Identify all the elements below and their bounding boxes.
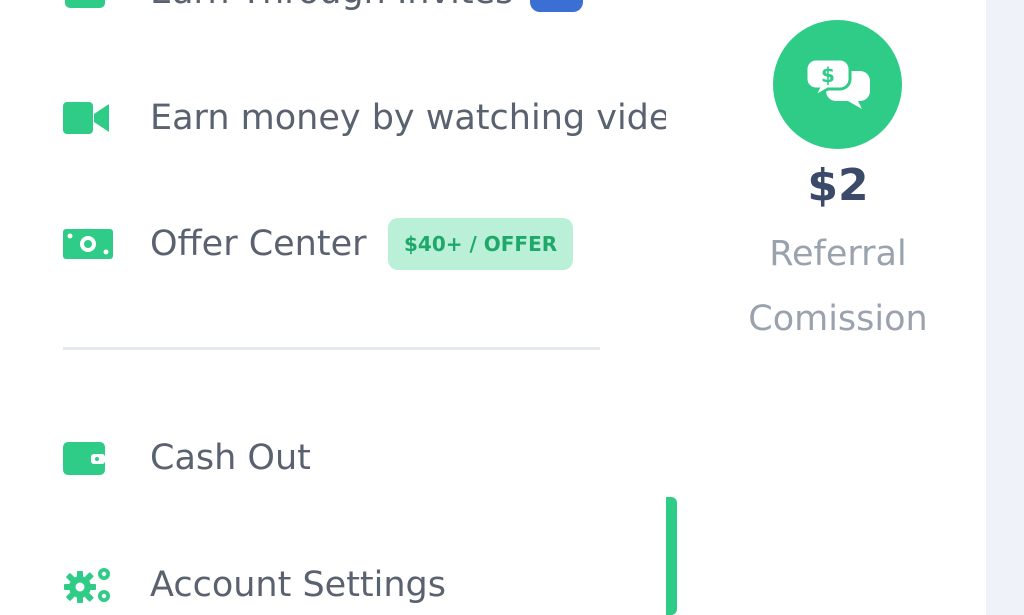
dashboard-edge — [986, 0, 1024, 615]
menu-item-offer-center[interactable]: Offer Center $40+ / OFFER — [0, 214, 666, 274]
menu-divider — [63, 347, 600, 350]
menu-item-label: Earn Through Invites — [150, 0, 513, 22]
menu-item-watch-videos[interactable]: Earn money by watching videos — [0, 88, 666, 148]
money-chat-icon: $ — [773, 20, 902, 149]
referral-commission-label: Referral Comission — [748, 234, 928, 339]
menu-item-label: Earn money by watching videos — [150, 98, 666, 138]
app-screen: $ $2 Referral Comission Earn Through Inv… — [0, 0, 1024, 615]
video-camera-icon — [63, 98, 113, 138]
menu-item-cash-out[interactable]: Cash Out — [0, 428, 666, 488]
menu-item-label: Offer Center — [150, 224, 367, 264]
wallet-icon — [63, 438, 113, 478]
referral-commission-value: $2 — [807, 160, 869, 211]
menu-item-earn-through-invites[interactable]: Earn Through Invites + — [0, 0, 666, 22]
invite-icon — [63, 0, 113, 12]
money-bill-icon — [63, 224, 113, 264]
offer-badge: $40+ / OFFER — [388, 218, 574, 270]
drawer-handle[interactable] — [666, 497, 677, 615]
menu-item-label: Account Settings — [150, 565, 446, 605]
svg-text:$: $ — [821, 63, 835, 87]
side-menu: Earn Through Invites + Earn money by wat… — [0, 0, 666, 615]
menu-item-account-settings[interactable]: Account Settings — [0, 555, 666, 615]
invites-badge: + — [530, 0, 583, 12]
menu-item-label: Cash Out — [150, 438, 311, 478]
gears-icon — [63, 565, 113, 605]
